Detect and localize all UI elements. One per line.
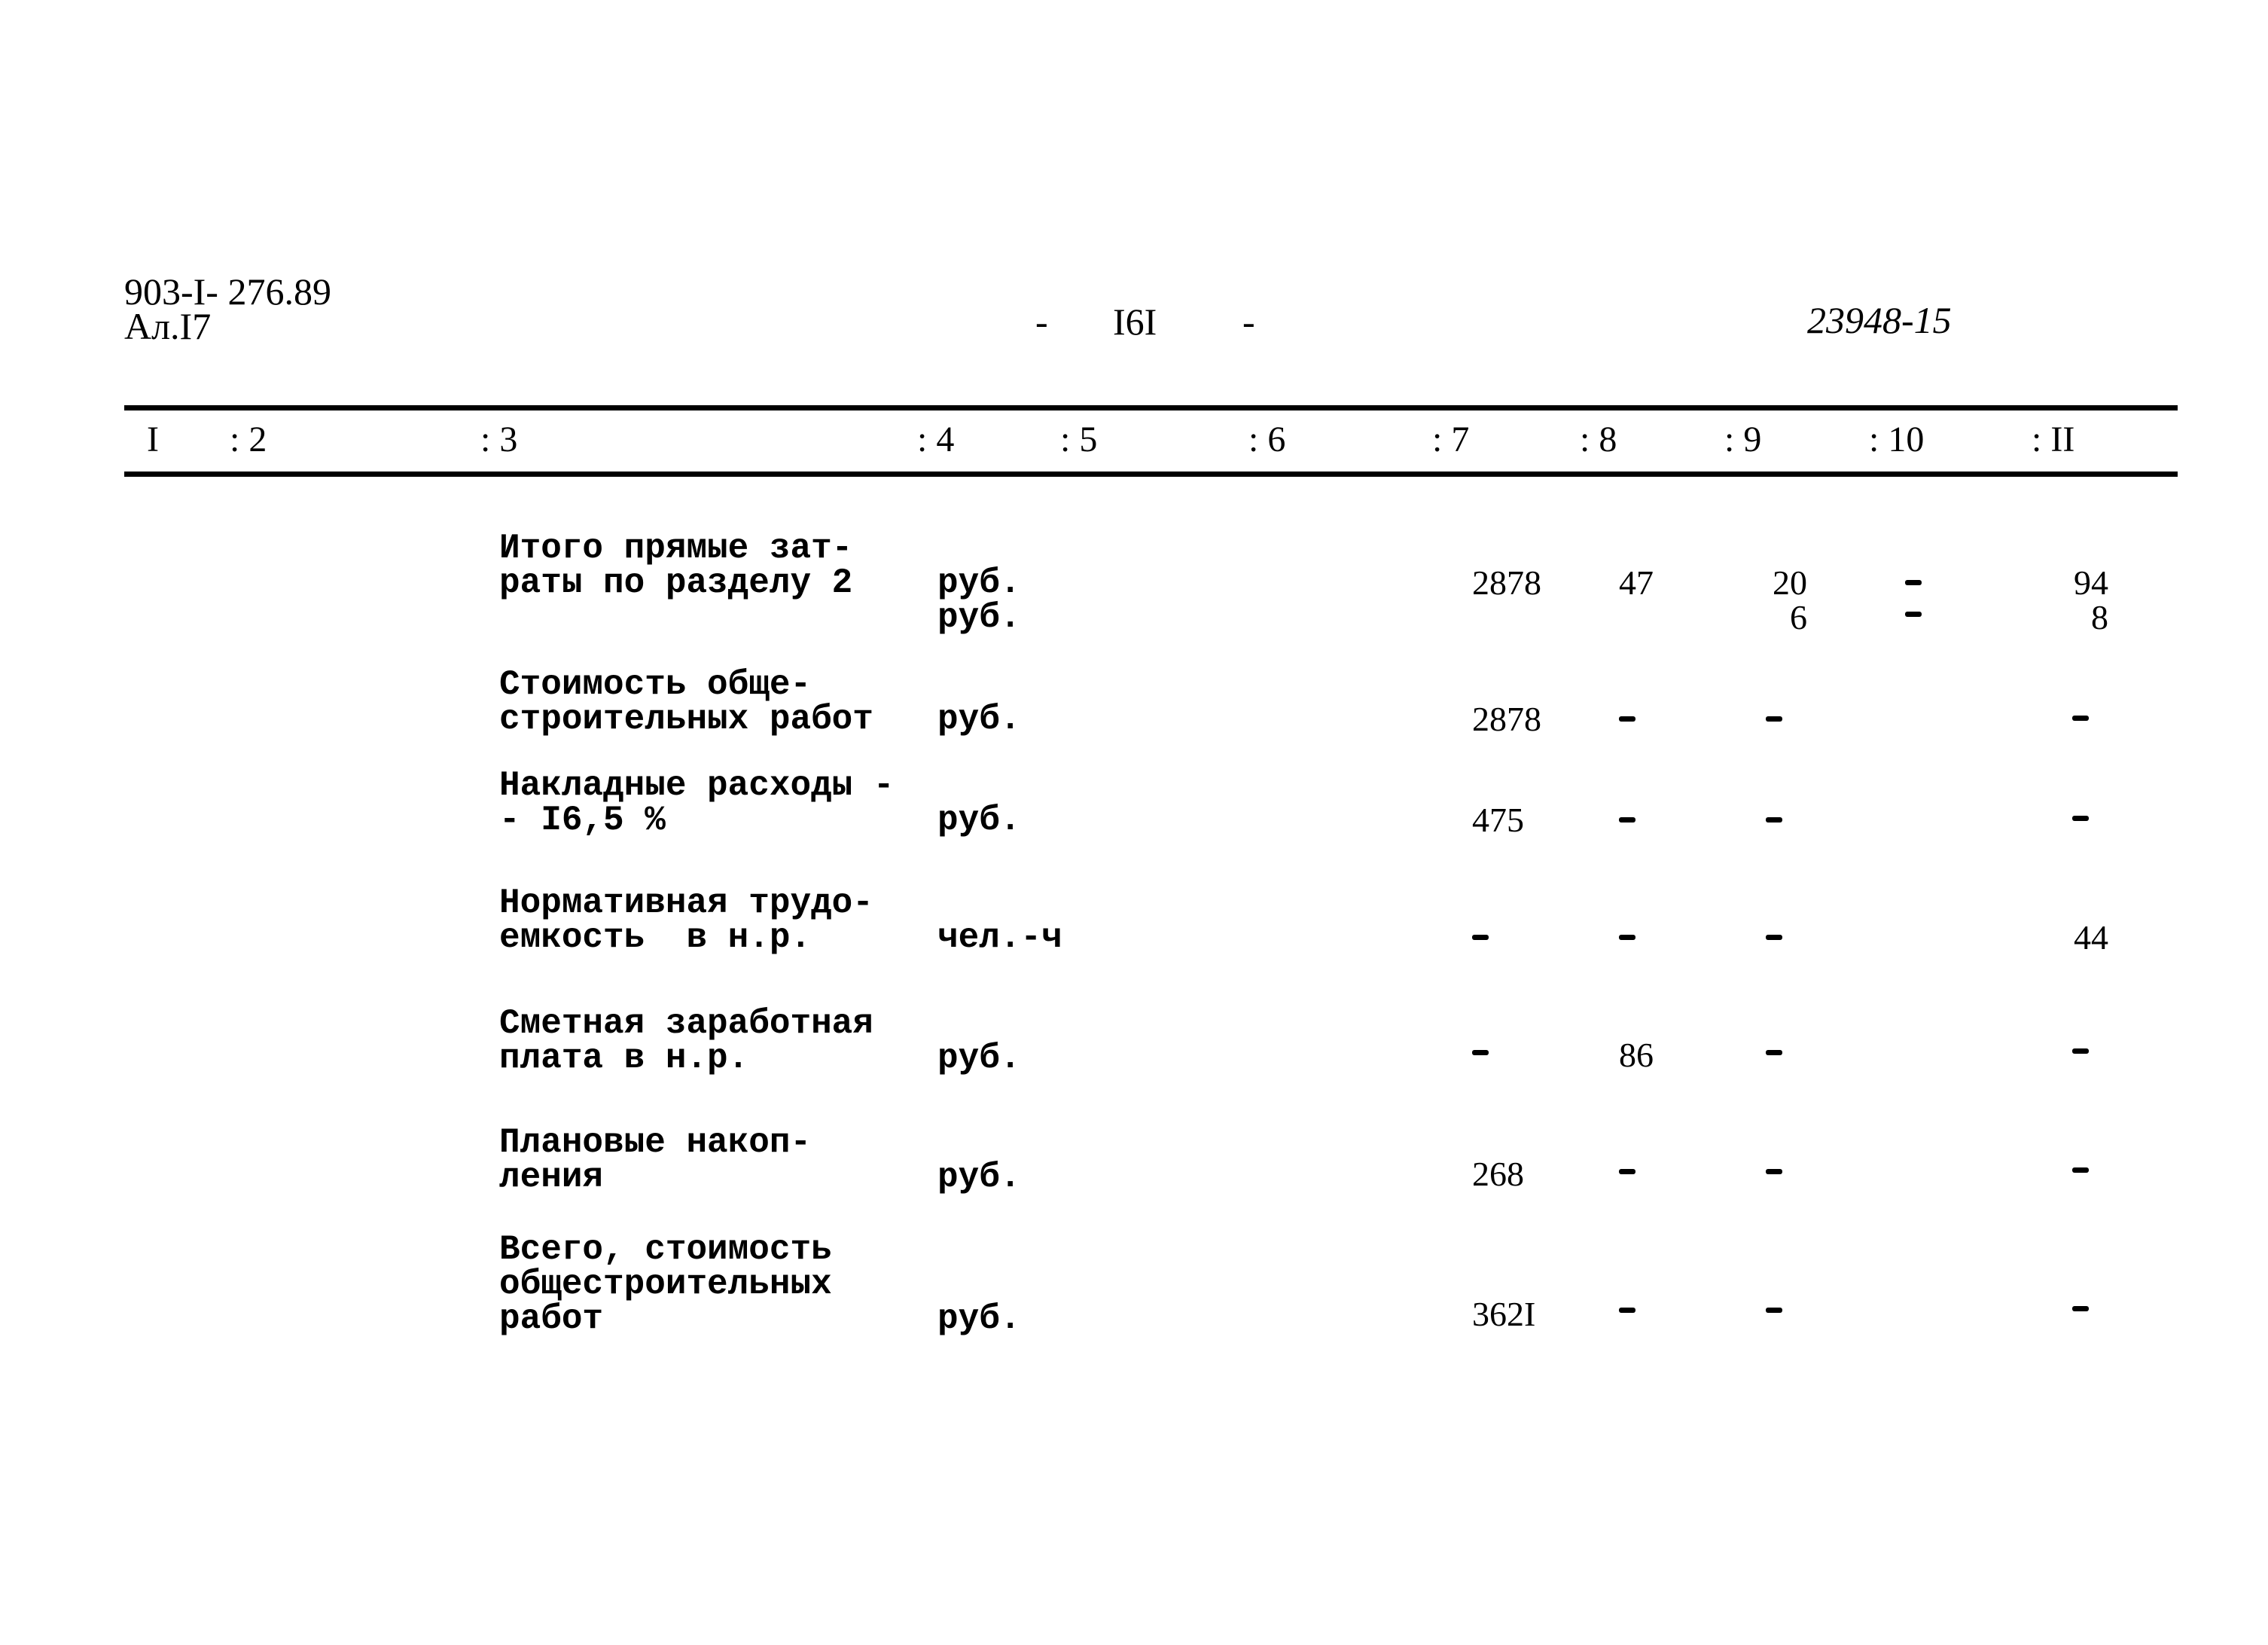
column-header-10: : 10 [1869,420,1925,459]
column-header-9: : 9 [1724,420,1762,459]
table-header-bottom-rule [124,472,2178,477]
row-unit: руб. [937,700,1021,739]
column-header-4: : 4 [917,420,955,459]
cell-col11: 8 [2091,598,2108,636]
row-unit: чел.-ч [937,918,1062,957]
cell-col11-dash [2072,816,2089,821]
cell-col9-dash [1766,1169,1782,1174]
archive-number: 23948-15 [1807,299,1952,341]
cell-col7: 268 [1472,1155,1524,1193]
sheet-label: Ал.I7 [124,305,212,347]
row-description-line: Всего, стоимость [499,1230,832,1269]
cell-col9-dash [1766,1308,1782,1313]
cell-col9-dash [1766,1050,1782,1055]
row-description-line: Плановые накоп- [499,1123,812,1162]
row-description-line: общестроительных [499,1265,832,1304]
row-unit: руб. [937,1158,1021,1197]
cell-col7: 362I [1472,1295,1536,1333]
column-header-8: : 8 [1580,420,1617,459]
row-description-line: Сметная заработная [499,1004,873,1043]
page-number: I6I [1113,301,1157,343]
column-header-2: : 2 [230,420,267,459]
cell-col11-dash [2072,1048,2089,1054]
cell-col8: 47 [1619,563,1654,602]
cell-col7: 475 [1472,801,1524,839]
row-description-line: работ [499,1299,604,1338]
row-description-line: Нормативная трудо- [499,884,873,923]
column-header-6: : 6 [1248,420,1286,459]
row-description-line: раты по разделу 2 [499,563,853,603]
row-description-line: емкость в н.р. [499,918,812,957]
cell-col7-dash [1472,935,1489,940]
cell-col9-dash [1766,935,1782,940]
cell-col11: 44 [2074,918,2108,957]
cell-col10-dash [1905,612,1922,617]
column-header-3: : 3 [480,420,518,459]
row-description-line: Итого прямые зат- [499,529,853,568]
row-description-line: Накладные расходы - [499,766,895,805]
table-top-rule [124,405,2178,410]
cell-col8-dash [1619,716,1635,722]
cell-col8: 86 [1619,1036,1654,1074]
cell-col8-dash [1619,1169,1635,1174]
cell-col7: 2878 [1472,563,1541,602]
row-description-line: строительных работ [499,700,873,739]
row-description-line: плата в н.р. [499,1039,749,1078]
cell-col10-dash [1905,580,1922,585]
column-header-7: : 7 [1432,420,1470,459]
page-dash-right: - [1242,301,1255,343]
cell-col9-dash [1766,817,1782,822]
cell-col11-dash [2072,1167,2089,1173]
cell-col8-dash [1619,1308,1635,1313]
cell-col9: 6 [1790,598,1807,636]
cell-col8-dash [1619,935,1635,940]
row-description-line: Стоимость обще- [499,665,812,704]
row-description-line: ления [499,1158,604,1197]
column-header-1: I [147,420,159,459]
page-dash-left: - [1035,301,1048,343]
cell-col11-dash [2072,716,2089,721]
row-unit: руб. [937,801,1021,840]
cell-col11-dash [2072,1306,2089,1311]
cell-col9-dash [1766,716,1782,722]
cell-col9: 20 [1773,563,1807,602]
cell-col7: 2878 [1472,700,1541,738]
cell-col11: 94 [2074,563,2108,602]
column-header-5: : 5 [1060,420,1098,459]
column-header-11: : II [2032,420,2075,459]
cell-col7-dash [1472,1050,1489,1055]
row-unit: руб. [937,563,1021,603]
row-unit: руб. [937,1039,1021,1078]
cell-col8-dash [1619,817,1635,822]
row-description-line: - I6,5 % [499,801,666,840]
row-unit: руб. [937,598,1021,637]
row-unit: руб. [937,1299,1021,1338]
